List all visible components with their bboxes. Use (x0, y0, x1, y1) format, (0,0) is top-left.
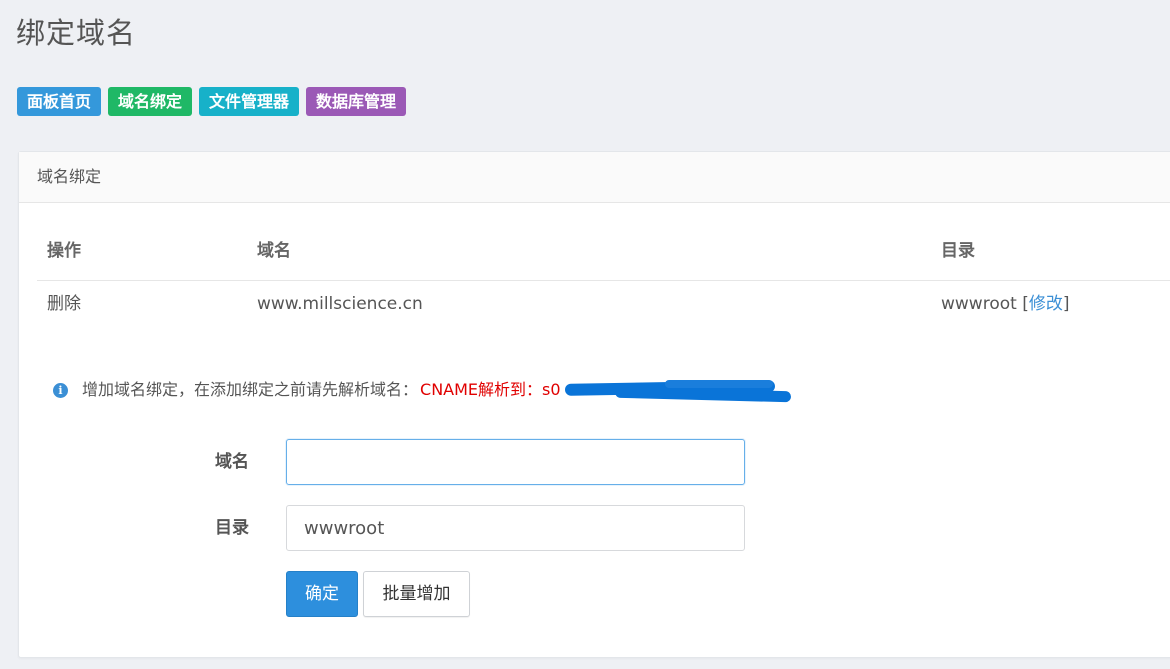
directory-value: wwwroot (941, 294, 1017, 314)
domain-binding-panel: 域名绑定 操作 域名 目录 删除 www.millscience.cn wwwr… (18, 151, 1170, 658)
directory-label: 目录 (215, 518, 249, 538)
header-directory: 目录 (941, 241, 975, 261)
notice-text: 增加域名绑定，在添加绑定之前请先解析域名： (82, 380, 419, 399)
nav-panel-home-button[interactable]: 面板首页 (17, 87, 102, 116)
directory-cell: wwwroot [修改] (941, 281, 1069, 327)
delete-link[interactable]: 删除 (47, 281, 81, 327)
domain-table: 操作 域名 目录 删除 www.millscience.cn wwwroot [… (37, 222, 1170, 327)
edit-bracket-close: ] (1062, 294, 1070, 314)
cname-prefix: s0 (542, 380, 561, 399)
table-header-row: 操作 域名 目录 (37, 222, 1170, 281)
directory-input[interactable] (286, 505, 745, 551)
nav-domain-binding-button[interactable]: 域名绑定 (108, 87, 193, 116)
domain-form-row: 域名 (19, 439, 819, 487)
domain-link[interactable]: www.millscience.cn (257, 281, 423, 327)
header-domain: 域名 (257, 241, 291, 261)
edit-bracket-open: [ (1022, 294, 1029, 314)
domain-label: 域名 (215, 452, 249, 472)
header-action: 操作 (47, 241, 81, 261)
nav-database-button[interactable]: 数据库管理 (306, 87, 407, 116)
info-icon: i (53, 382, 68, 398)
page-title: 绑定域名 (16, 16, 137, 50)
domain-input[interactable] (286, 439, 745, 485)
confirm-button[interactable]: 确定 (286, 571, 358, 617)
form-actions: 确定 批量增加 (19, 571, 819, 619)
notice: i 增加域名绑定，在添加绑定之前请先解析域名： CNAME解析到： s0 (53, 375, 793, 405)
nav-bar: 面板首页 域名绑定 文件管理器 数据库管理 (17, 87, 407, 116)
cname-label: CNAME解析到： (420, 380, 543, 399)
redaction-mark (564, 380, 793, 403)
directory-form-row: 目录 (19, 505, 819, 553)
edit-directory-link[interactable]: 修改 (1029, 294, 1063, 314)
table-row: 删除 www.millscience.cn wwwroot [修改] (37, 281, 1170, 327)
nav-file-manager-button[interactable]: 文件管理器 (199, 87, 300, 116)
batch-add-button[interactable]: 批量增加 (363, 571, 470, 617)
panel-heading: 域名绑定 (19, 152, 1170, 203)
